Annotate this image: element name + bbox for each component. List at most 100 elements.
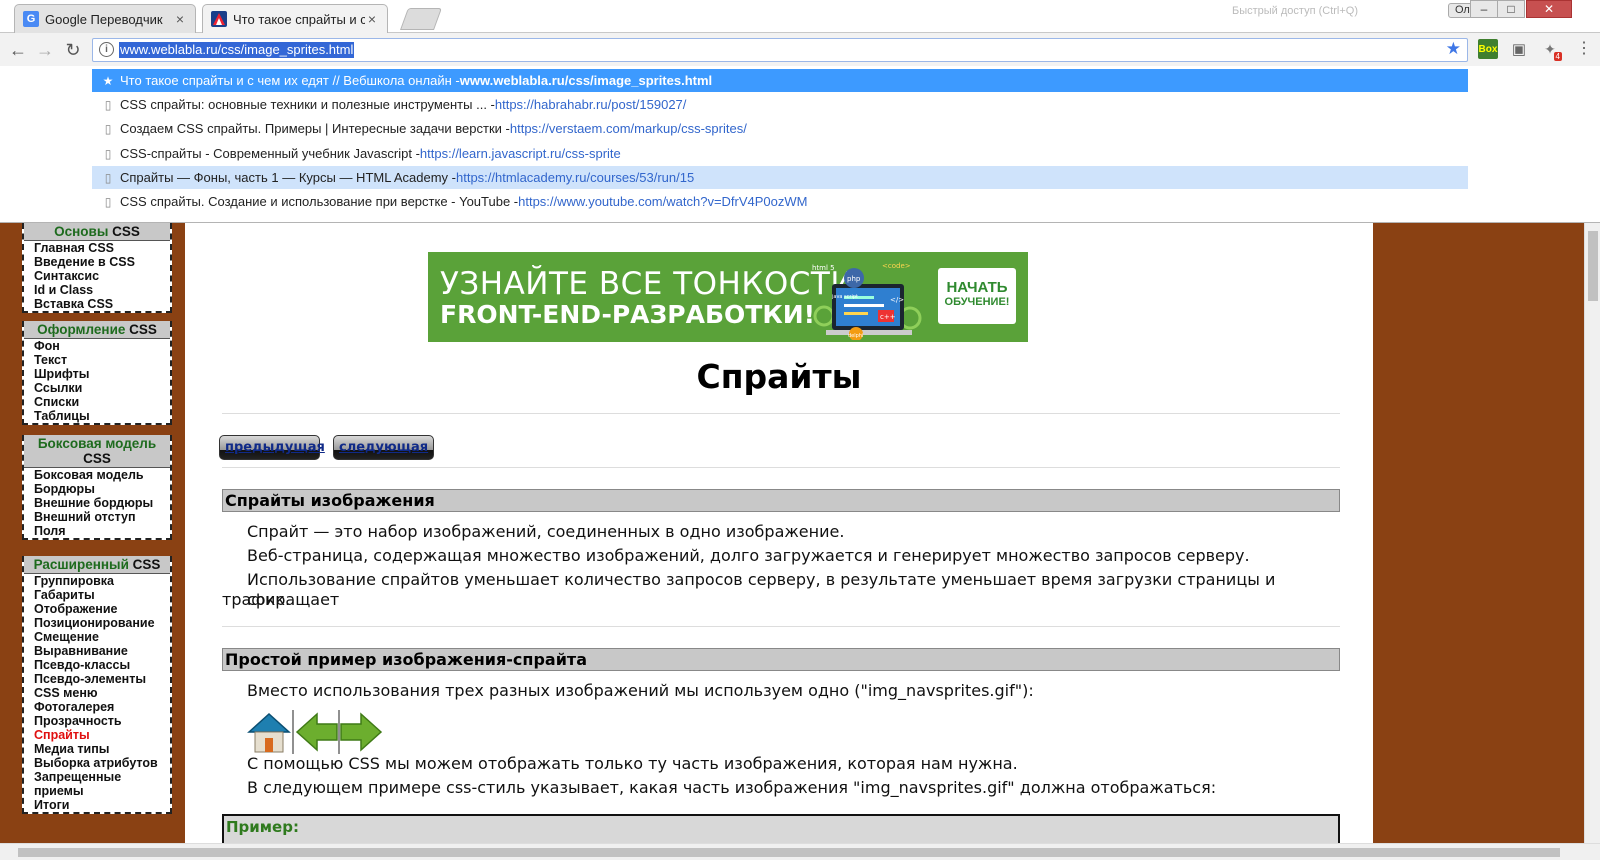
sidebar-link[interactable]: Id и Class [24, 283, 170, 297]
horizontal-scroll-thumb[interactable] [18, 848, 1560, 857]
section-heading: Простой пример изображения-спрайта [222, 648, 1340, 671]
camera-extension-icon[interactable]: ▣ [1509, 39, 1529, 59]
example-label: Пример: [226, 818, 299, 836]
suggestion-url: https://verstaem.com/markup/css-sprites/ [509, 121, 747, 136]
banner-cta-line2: ОБУЧЕНИЕ! [944, 296, 1010, 308]
banner-art-label: java script [831, 294, 858, 300]
forward-button[interactable]: → [34, 39, 56, 61]
page-icon: ▯ [104, 97, 112, 112]
bookmark-star-icon[interactable]: ★ [1446, 39, 1461, 59]
suggestion-item[interactable]: ▯ CSS спрайты: основные техники и полезн… [92, 93, 1468, 116]
banner-headline: УЗНАЙТЕ ВСЕ ТОНКОСТИ [440, 266, 855, 302]
reload-button[interactable]: ↻ [62, 39, 84, 61]
info-icon[interactable]: i [99, 42, 114, 57]
weblabla-favicon-icon [211, 11, 227, 27]
sidebar-link[interactable]: Вставка CSS [24, 297, 170, 311]
new-tab-button[interactable] [399, 8, 443, 30]
sidebar-link[interactable]: Прозрачность [24, 714, 170, 728]
close-window-button[interactable]: ✕ [1526, 0, 1572, 18]
sidebar-link[interactable]: Габариты [24, 588, 170, 602]
prev-page-button[interactable]: предыдущая [219, 435, 325, 460]
sidebar-link[interactable]: Спрайты [24, 728, 170, 742]
suggestion-item[interactable]: ▯ CSS спрайты. Создание и использование … [92, 190, 1468, 213]
laptop-code-illustration: html 5 php <code> c++ </> delphi java sc… [812, 262, 922, 340]
browser-toolbar: ← → ↻ i www.weblabla.ru/css/image_sprite… [0, 33, 1600, 66]
horizontal-scrollbar[interactable] [0, 843, 1600, 860]
sidebar-link[interactable]: Синтаксис [24, 269, 170, 283]
sidebar-link[interactable]: Позиционирование [24, 616, 170, 630]
page-icon: ▯ [104, 170, 112, 185]
suggestion-title: Спрайты — Фоны, часть 1 — Курсы — HTML A… [120, 170, 456, 185]
sidebar-link[interactable]: Псевдо-классы [24, 658, 170, 672]
sidebar-link[interactable]: Псевдо-элементы [24, 672, 170, 686]
vertical-scroll-thumb[interactable] [1588, 231, 1598, 301]
banner-cta-button[interactable]: НАЧАТЬ ОБУЧЕНИЕ! [938, 268, 1016, 324]
sidebar-link[interactable]: Отображение [24, 602, 170, 616]
sidebar-menu: Боксовая модель CSS Боксовая модель Бордюр… [22, 435, 172, 540]
google-translate-icon: G [23, 11, 39, 27]
notification-extension-icon[interactable]: ✦ 4 [1540, 39, 1562, 61]
paragraph: С помощью CSS мы можем отображать только… [247, 754, 1018, 773]
sidebar-link[interactable]: Внешние бордюры [24, 496, 170, 510]
tab-sprites[interactable]: Что такое спрайты и с ч × [202, 4, 388, 33]
sidebar-menu-heading-text: Основы [54, 224, 109, 239]
chrome-menu-icon[interactable]: ⋮ [1576, 39, 1592, 59]
sidebar-link[interactable]: Ссылки [24, 381, 170, 395]
tab-google-translate[interactable]: G Google Переводчик × [14, 4, 196, 33]
suggestion-item[interactable]: ▯ CSS-спрайты - Современный учебник Java… [92, 142, 1468, 165]
sidebar-link[interactable]: Запрещенные [24, 770, 170, 784]
suggestion-item[interactable]: ▯ Создаем CSS спрайты. Примеры | Интерес… [92, 117, 1468, 140]
next-page-button[interactable]: следующая [333, 435, 434, 460]
box-extension-icon[interactable]: Box [1478, 39, 1498, 59]
banner-art-label: html 5 [812, 264, 835, 272]
sidebar-menu-heading-text: Расширенный [33, 557, 129, 572]
tab-strip: G Google Переводчик × Что такое спрайты … [0, 0, 1600, 33]
sidebar-link[interactable]: Выравнивание [24, 644, 170, 658]
sidebar-link[interactable]: Смещение [24, 630, 170, 644]
sidebar-link[interactable]: Фотогалерея [24, 700, 170, 714]
left-arrow-icon [295, 712, 338, 752]
sidebar-link[interactable]: приемы [24, 784, 170, 798]
sidebar-link[interactable]: Бордюры [24, 482, 170, 496]
sidebar-menu-heading-text: Боксовая модель [37, 436, 157, 451]
sidebar-link[interactable]: Боксовая модель [24, 468, 170, 482]
sidebar-menu-heading-css: CSS [132, 557, 161, 572]
vertical-scrollbar[interactable] [1584, 223, 1600, 843]
banner-art-label: c++ [880, 313, 896, 321]
ad-banner[interactable]: УЗНАЙТЕ ВСЕ ТОНКОСТИ FRONT-END-РАЗРАБОТК… [428, 252, 1028, 342]
minimize-button[interactable]: – [1470, 0, 1498, 18]
banner-art-label: <code> [882, 262, 911, 270]
sidebar-menu-heading: Оформление CSS [24, 321, 170, 339]
sidebar-link[interactable]: Таблицы [24, 409, 170, 423]
sidebar-menu-heading-css: CSS [83, 451, 111, 466]
close-tab-icon[interactable]: × [365, 11, 379, 27]
address-bar[interactable]: i www.weblabla.ru/css/image_sprites.html… [92, 38, 1468, 62]
sidebar-link[interactable]: Фон [24, 339, 170, 353]
suggestion-item[interactable]: ▯ Спрайты — Фоны, часть 1 — Курсы — HTML… [92, 166, 1468, 189]
back-button[interactable]: ← [7, 39, 29, 61]
home-icon [247, 712, 291, 753]
suggestion-title: CSS-спрайты - Современный учебник Javasc… [120, 146, 420, 161]
sidebar-link[interactable]: Главная CSS [24, 241, 170, 255]
sidebar-link[interactable]: Введение в CSS [24, 255, 170, 269]
close-tab-icon[interactable]: × [173, 11, 187, 27]
sidebar-link[interactable]: Группировка [24, 574, 170, 588]
sidebar-link[interactable]: Списки [24, 395, 170, 409]
bookmark-star-icon: ★ [102, 73, 114, 88]
sidebar-link[interactable]: Выборка атрибутов [24, 756, 170, 770]
sidebar-link[interactable]: CSS меню [24, 686, 170, 700]
banner-art-label: php [847, 275, 861, 283]
suggestion-item[interactable]: ★ Что такое спрайты и с чем их едят // В… [92, 69, 1468, 92]
sidebar-menu-heading-css: CSS [112, 224, 140, 239]
sidebar-link[interactable]: Шрифты [24, 367, 170, 381]
suggestion-url: www.weblabla.ru/css/image_sprites.html [459, 73, 713, 88]
url-text[interactable]: www.weblabla.ru/css/image_sprites.html [119, 42, 355, 58]
sidebar-link[interactable]: Поля [24, 524, 170, 538]
maximize-button[interactable]: □ [1497, 0, 1525, 18]
sidebar-link[interactable]: Внешний отступ [24, 510, 170, 524]
sidebar-link[interactable]: Текст [24, 353, 170, 367]
banner-art-label: delphi [848, 333, 863, 339]
sidebar-link[interactable]: Медиа типы [24, 742, 170, 756]
sidebar-link[interactable]: Итоги [24, 798, 170, 812]
main-content: УЗНАЙТЕ ВСЕ ТОНКОСТИ FRONT-END-РАЗРАБОТК… [185, 223, 1373, 843]
